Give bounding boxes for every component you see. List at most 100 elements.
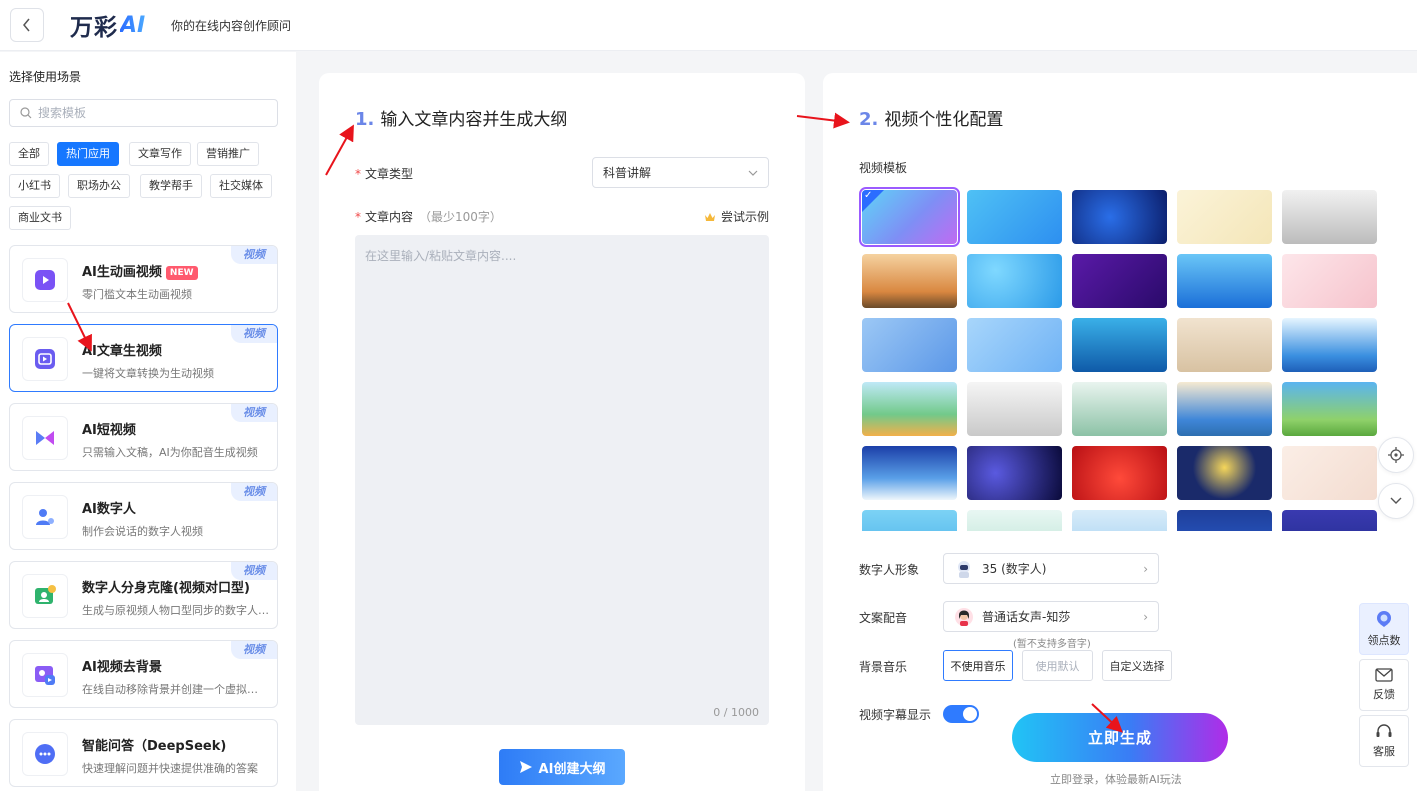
astronaut-avatar-icon xyxy=(958,560,970,578)
template-thumb[interactable] xyxy=(967,190,1062,244)
tag-office[interactable]: 职场办公 xyxy=(68,174,130,198)
card-digital-human-clone[interactable]: 数字人分身克隆(视频对口型) 生成与原视频人物口型同步的数字人… 视频 xyxy=(9,561,278,629)
animation-video-icon xyxy=(22,258,68,302)
card-corner-badge: 视频 xyxy=(231,404,277,422)
card-title: 数字人分身克隆(视频对口型) xyxy=(82,581,250,596)
card-ai-animation-video[interactable]: AI生动画视频 NEW 零门槛文本生动画视频 视频 xyxy=(9,245,278,313)
sidebar-title: 选择使用场景 xyxy=(9,70,82,84)
template-thumb[interactable] xyxy=(1177,382,1272,436)
new-badge: NEW xyxy=(165,266,198,280)
voice-picker[interactable]: 普通话女声-知莎 › xyxy=(943,601,1159,632)
voice-label: 文案配音 xyxy=(859,611,908,625)
chevron-down-icon xyxy=(748,170,758,176)
template-thumb[interactable] xyxy=(1072,318,1167,372)
template-thumb[interactable] xyxy=(862,382,957,436)
card-corner-badge: 视频 xyxy=(231,562,277,580)
card-desc: 零门槛文本生动画视频 xyxy=(82,288,192,301)
template-thumb[interactable] xyxy=(1072,510,1167,531)
tag-teaching[interactable]: 教学帮手 xyxy=(140,174,202,198)
card-smart-qa-deepseek[interactable]: 智能问答（DeepSeek) 快速理解问题并快速提供准确的答案 xyxy=(9,719,278,787)
template-thumb[interactable] xyxy=(967,382,1062,436)
template-thumb[interactable] xyxy=(1282,190,1377,244)
feedback-button[interactable]: 反馈 xyxy=(1359,659,1409,711)
template-thumb[interactable] xyxy=(1282,382,1377,436)
template-thumb[interactable] xyxy=(967,254,1062,308)
locate-button[interactable] xyxy=(1378,437,1414,473)
card-title: AI视频去背景 xyxy=(82,660,162,675)
search-input[interactable] xyxy=(38,106,258,120)
tag-business-docs[interactable]: 商业文书 xyxy=(9,206,71,230)
login-hint[interactable]: 立即登录，体验最新AI玩法 xyxy=(1050,771,1182,787)
template-thumb[interactable] xyxy=(1282,446,1377,500)
tag-xiaohongshu[interactable]: 小红书 xyxy=(9,174,60,198)
try-example-link[interactable]: 尝试示例 xyxy=(704,208,769,225)
brand-logo[interactable]: 万彩 AI xyxy=(70,9,146,42)
tag-social-media[interactable]: 社交媒体 xyxy=(210,174,272,198)
template-thumb[interactable] xyxy=(1072,254,1167,308)
template-thumb[interactable] xyxy=(1072,446,1167,500)
card-video-remove-bg[interactable]: AI视频去背景 在线自动移除背景并创建一个虚拟… 视频 xyxy=(9,640,278,708)
crown-icon xyxy=(704,212,715,221)
music-option-default[interactable]: 使用默认 xyxy=(1022,650,1093,681)
template-thumb[interactable] xyxy=(862,446,957,500)
article-content-label: * 文章内容 （最少100字） xyxy=(355,210,502,224)
card-title: AI短视频 xyxy=(82,423,136,438)
locate-icon xyxy=(1388,447,1404,463)
generate-now-button[interactable]: 立即生成 xyxy=(1012,713,1228,762)
chevron-down-icon xyxy=(1390,497,1402,504)
back-button[interactable] xyxy=(10,8,44,42)
tag-all[interactable]: 全部 xyxy=(9,142,49,166)
top-bar: 万彩 AI 你的在线内容创作顾问 xyxy=(0,0,1417,51)
remove-bg-icon xyxy=(22,653,68,697)
ai-create-outline-button[interactable]: AI创建大纲 xyxy=(499,749,625,785)
card-title: 智能问答（DeepSeek) xyxy=(82,739,227,754)
card-corner-badge: 视频 xyxy=(231,325,277,343)
template-thumb[interactable] xyxy=(1072,190,1167,244)
template-thumb[interactable] xyxy=(1072,382,1167,436)
card-article-to-video[interactable]: AI文章生视频 一键将文章转换为生动视频 视频 xyxy=(9,324,278,392)
template-thumb[interactable] xyxy=(1177,254,1272,308)
article-type-select[interactable]: 科普讲解 xyxy=(592,157,769,188)
step1-panel: 1. 输入文章内容并生成大纲 * 文章类型 科普讲解 * 文章内容 （最少100字） 尝… xyxy=(319,73,805,791)
medal-icon xyxy=(1377,611,1391,627)
music-option-custom[interactable]: 自定义选择 xyxy=(1102,650,1172,681)
template-thumb[interactable] xyxy=(1282,254,1377,308)
music-option-none[interactable]: 不使用音乐 xyxy=(943,650,1013,681)
template-thumb[interactable] xyxy=(862,510,957,531)
template-thumb[interactable] xyxy=(1282,510,1377,531)
clone-avatar-icon xyxy=(22,574,68,618)
tag-article-writing[interactable]: 文章写作 xyxy=(129,142,191,166)
article-content-textarea[interactable] xyxy=(355,235,769,725)
music-label: 背景音乐 xyxy=(859,660,908,674)
tag-marketing[interactable]: 营销推广 xyxy=(197,142,259,166)
digital-human-picker[interactable]: 35 (数字人) › xyxy=(943,553,1159,584)
scroll-down-button[interactable] xyxy=(1378,483,1414,519)
template-thumb[interactable] xyxy=(967,446,1062,500)
card-title: AI数字人 xyxy=(82,502,136,517)
chevron-left-icon xyxy=(23,18,30,32)
step2-panel: 2. 视频个性化配置 视频模板 ✓ 数字人形象 35 (数字人) › 文案配音 … xyxy=(823,73,1417,791)
short-video-icon xyxy=(22,416,68,460)
template-thumb[interactable] xyxy=(862,254,957,308)
card-desc: 生成与原视频人物口型同步的数字人… xyxy=(82,604,269,617)
template-thumb[interactable] xyxy=(1177,510,1272,531)
search-box[interactable] xyxy=(9,99,278,127)
template-thumb[interactable] xyxy=(1177,190,1272,244)
logo-ai: AI xyxy=(120,12,146,38)
template-thumb[interactable] xyxy=(1177,446,1272,500)
template-thumb[interactable] xyxy=(1282,318,1377,372)
card-corner-badge: 视频 xyxy=(231,641,277,659)
template-thumb[interactable]: ✓ xyxy=(859,187,960,247)
template-thumb[interactable] xyxy=(1177,318,1272,372)
template-thumb[interactable] xyxy=(967,510,1062,531)
template-thumb[interactable] xyxy=(862,318,957,372)
tag-hot-apps[interactable]: 热门应用 xyxy=(57,142,119,166)
card-ai-short-video[interactable]: AI短视频 只需输入文稿，AI为你配音生成视频 视频 xyxy=(9,403,278,471)
send-icon xyxy=(519,761,532,773)
get-points-button[interactable]: 领点数 xyxy=(1359,603,1409,655)
subtitle-toggle[interactable] xyxy=(943,705,979,723)
headset-icon xyxy=(1376,724,1392,737)
template-thumb[interactable] xyxy=(967,318,1062,372)
customer-service-button[interactable]: 客服 xyxy=(1359,715,1409,767)
card-ai-digital-human[interactable]: AI数字人 制作会说话的数字人视频 视频 xyxy=(9,482,278,550)
